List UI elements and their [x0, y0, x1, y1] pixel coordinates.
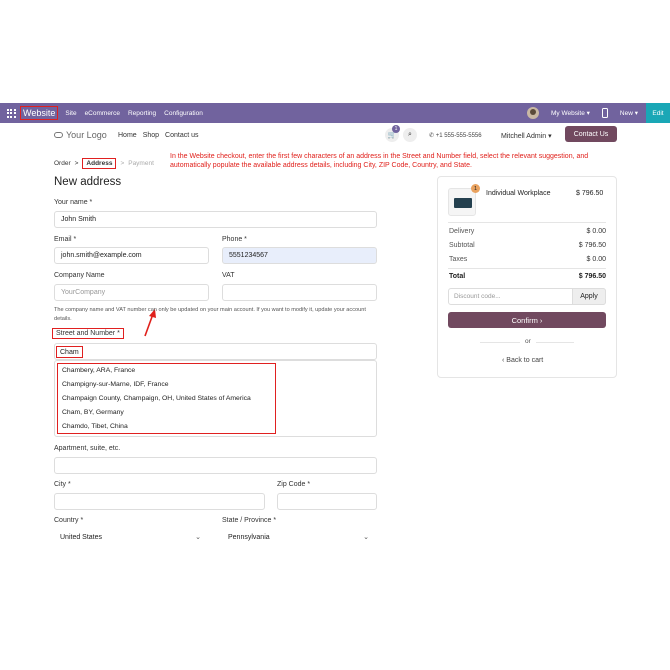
search-icon[interactable]: ⌕: [403, 128, 417, 142]
breadcrumb-address: Address: [82, 158, 117, 169]
delivery-label: Delivery: [449, 228, 475, 235]
company-field[interactable]: YourCompany: [54, 284, 209, 301]
user-avatar[interactable]: [527, 107, 540, 119]
summary-divider: [448, 268, 606, 269]
phone-label: Phone *: [222, 236, 247, 243]
delivery-value: $ 0.00: [586, 228, 606, 235]
app-brand-website[interactable]: Website: [20, 106, 59, 120]
or-label: or: [520, 338, 536, 345]
apartment-field[interactable]: [54, 457, 377, 474]
mobile-preview-icon[interactable]: [601, 108, 608, 118]
name-field[interactable]: John Smith: [54, 211, 377, 228]
address-suggestions-list: Chambery, ARA, France Champigny-sur-Marn…: [57, 363, 276, 434]
site-logo[interactable]: Your Logo: [54, 130, 107, 140]
phone-icon: ✆: [429, 133, 436, 139]
company-help-text: The company name and VAT number can only…: [54, 307, 366, 322]
vat-label: VAT: [222, 272, 235, 279]
website-header: Your Logo Home Shop Contact us 🛒 1 ⌕ ✆ +…: [0, 124, 670, 148]
phone-text: +1 555-555-5556: [435, 133, 482, 139]
apartment-label: Apartment, suite, etc.: [54, 445, 121, 452]
tutorial-annotation: In the Website checkout, enter the first…: [170, 153, 589, 169]
state-value: Pennsylvania: [228, 534, 270, 541]
subtotal-value: $ 796.50: [578, 242, 606, 249]
nav-contact-us[interactable]: Contact us: [165, 132, 198, 139]
city-field[interactable]: [54, 493, 265, 510]
country-value: United States: [60, 534, 103, 541]
product-qty-badge: 1: [471, 184, 480, 193]
subtotal-label: Subtotal: [449, 242, 475, 249]
total-label: Total: [449, 273, 466, 280]
vat-field[interactable]: [222, 284, 377, 301]
admin-bar-right: My Website ▾ New ▾ Edit: [527, 103, 670, 123]
product-name: Individual Workplace: [486, 190, 551, 197]
email-label: Email *: [54, 236, 77, 243]
menu-item-configuration[interactable]: Configuration: [164, 110, 203, 117]
suggestion-item[interactable]: Chamdo, Tibet, China: [58, 419, 275, 433]
new-button[interactable]: New ▾: [620, 109, 638, 117]
my-website-dropdown[interactable]: My Website ▾: [551, 109, 590, 117]
discount-placeholder: Discount code...: [454, 293, 501, 300]
apps-grid-icon[interactable]: [4, 106, 18, 120]
suggestion-item[interactable]: Champaign County, Champaign, OH, United …: [58, 392, 275, 406]
state-select[interactable]: Pennsylvania ⌄: [222, 529, 377, 546]
page-title: New address: [54, 176, 122, 188]
site-nav: Home Shop Contact us: [118, 132, 199, 139]
name-label: Your name *: [54, 199, 93, 206]
nav-shop[interactable]: Shop: [143, 132, 159, 139]
country-label: Country *: [54, 517, 84, 524]
edit-button[interactable]: Edit: [646, 103, 670, 123]
apply-discount-button[interactable]: Apply: [572, 288, 606, 305]
back-to-cart-link[interactable]: ‹ Back to cart: [502, 357, 543, 364]
user-menu[interactable]: Mitchell Admin ▾: [501, 132, 552, 140]
suggestion-item[interactable]: Cham, BY, Germany: [58, 405, 275, 419]
breadcrumb-separator: >: [120, 160, 125, 167]
street-label-text: Street and Number *: [52, 328, 124, 339]
street-input[interactable]: [54, 343, 377, 360]
taxes-value: $ 0.00: [586, 256, 606, 263]
cloud-logo-icon: [54, 132, 63, 138]
cart-count-badge: 1: [392, 125, 400, 133]
contact-us-button[interactable]: Contact Us: [565, 126, 617, 142]
state-label: State / Province *: [222, 517, 277, 524]
city-label: City *: [54, 481, 71, 488]
breadcrumb-order[interactable]: Order: [54, 160, 71, 167]
total-value: $ 796.50: [578, 273, 606, 280]
logo-text: Your Logo: [66, 130, 107, 140]
email-field[interactable]: john.smith@example.com: [54, 247, 209, 264]
breadcrumb-separator: >: [74, 160, 79, 167]
phone-field[interactable]: 5551234567: [222, 247, 377, 264]
product-price: $ 796.50: [576, 190, 604, 197]
summary-divider: [448, 222, 606, 223]
admin-menu: Site eCommerce Reporting Configuration: [65, 110, 202, 117]
chevron-down-icon: ⌄: [363, 534, 369, 541]
admin-top-bar: Website Site eCommerce Reporting Configu…: [0, 103, 670, 123]
street-label: Street and Number *: [52, 328, 124, 339]
company-label: Company Name: [54, 272, 105, 279]
checkout-breadcrumb: Order > Address > Payment: [54, 158, 154, 169]
confirm-button[interactable]: Confirm ›: [448, 312, 606, 328]
country-select[interactable]: United States ⌄: [54, 529, 209, 546]
street-typed-value: Cham: [56, 346, 83, 358]
nav-home[interactable]: Home: [118, 132, 137, 139]
zip-label: Zip Code *: [277, 481, 311, 488]
menu-item-ecommerce[interactable]: eCommerce: [85, 110, 120, 117]
product-image: [448, 188, 476, 216]
breadcrumb-payment: Payment: [128, 160, 154, 167]
menu-item-reporting[interactable]: Reporting: [128, 110, 156, 117]
suggestion-item[interactable]: Champigny-sur-Marne, IDF, France: [58, 378, 275, 392]
suggestion-item[interactable]: Chambery, ARA, France: [58, 364, 275, 378]
zip-field[interactable]: [277, 493, 377, 510]
menu-item-site[interactable]: Site: [65, 110, 76, 117]
phone-number[interactable]: ✆ +1 555-555-5556: [429, 132, 482, 139]
taxes-label: Taxes: [449, 256, 468, 263]
chevron-down-icon: ⌄: [195, 534, 201, 541]
